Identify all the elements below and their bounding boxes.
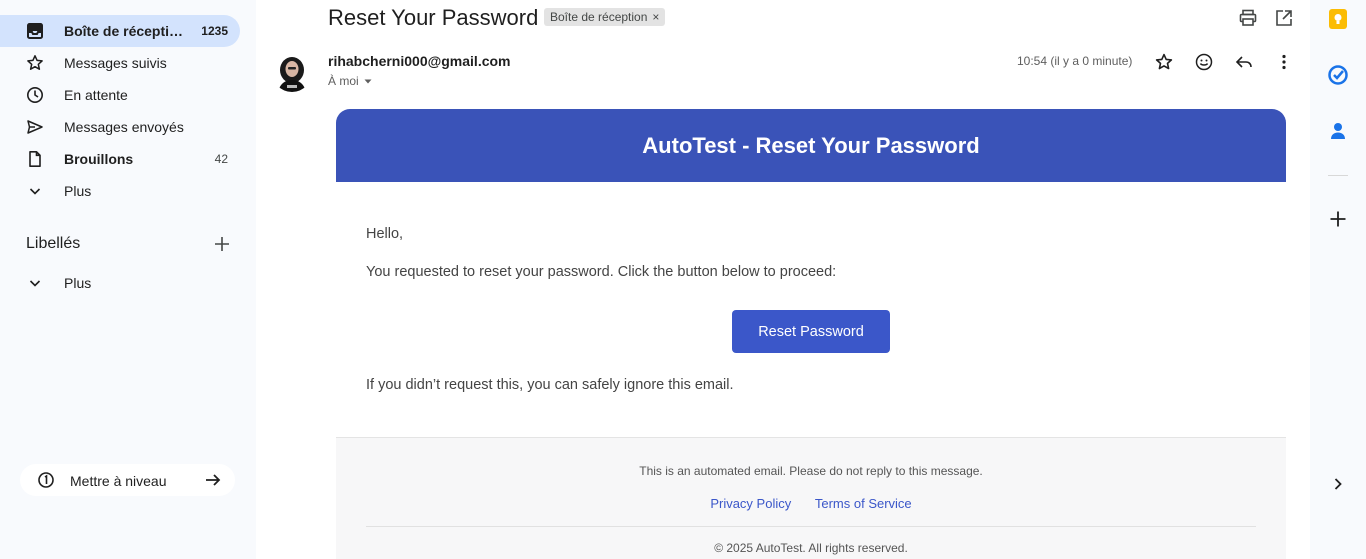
message-subject: Reset Your Password — [328, 5, 539, 30]
email-ignore-note: If you didn’t request this, you can safe… — [366, 377, 734, 393]
sidebar-item-label: Plus — [64, 275, 92, 291]
sidebar-item-starred[interactable]: Messages suivis — [0, 47, 240, 79]
reply-icon[interactable] — [1234, 52, 1254, 72]
sidebar-item-label: Brouillons — [64, 151, 134, 167]
star-icon[interactable] — [1154, 52, 1174, 72]
sidebar-item-label: Plus — [64, 183, 92, 199]
inbox-label-chip[interactable]: Boîte de réception × — [544, 8, 666, 26]
message-timestamp: 10:54 (il y a 0 minute) — [1017, 54, 1133, 68]
sidebar-item-sent[interactable]: Messages envoyés — [0, 111, 240, 143]
sidebar: Boîte de réception 1235 Messages suivis … — [0, 0, 256, 559]
chevron-down-icon — [29, 280, 41, 287]
message-view: Reset Your Password Boîte de réception ×… — [256, 0, 1310, 559]
more-options-icon[interactable] — [1274, 52, 1294, 72]
star-icon — [27, 55, 43, 70]
privacy-policy-link[interactable]: Privacy Policy — [710, 496, 791, 511]
unread-count: 1235 — [201, 24, 228, 38]
label-chip-text: Boîte de réception — [550, 10, 648, 24]
clock-icon — [27, 87, 43, 103]
reset-password-button[interactable]: Reset Password — [732, 310, 890, 353]
file-icon — [29, 151, 41, 167]
sender-avatar[interactable] — [272, 52, 312, 92]
sidebar-item-drafts[interactable]: Brouillons 42 — [0, 143, 240, 175]
contacts-icon[interactable] — [1327, 120, 1349, 142]
terms-of-service-link[interactable]: Terms of Service — [815, 496, 912, 511]
avatar-photo — [272, 52, 312, 92]
add-label-icon[interactable] — [212, 234, 232, 254]
caret-down-icon — [364, 79, 372, 84]
open-in-new-window-icon[interactable] — [1274, 8, 1294, 28]
sidebar-item-more[interactable]: Plus — [0, 175, 240, 207]
sidebar-item-label: Messages envoyés — [64, 119, 184, 135]
email-intro: You requested to reset your password. Cl… — [366, 264, 837, 280]
email-header-title: AutoTest - Reset Your Password — [642, 132, 980, 158]
email-body: AutoTest - Reset Your Password Hello, Yo… — [336, 109, 1286, 559]
labels-heading: Libellés — [26, 235, 81, 252]
inbox-icon — [27, 23, 43, 39]
sidebar-item-label: Messages suivis — [64, 55, 167, 71]
email-footer: This is an automated email. Please do no… — [336, 437, 1286, 559]
labels-more[interactable]: Plus — [0, 267, 240, 299]
sidebar-item-snoozed[interactable]: En attente — [0, 79, 240, 111]
side-panel-rail — [1310, 0, 1366, 559]
email-content: Hello, You requested to reset your passw… — [336, 182, 1286, 437]
rail-divider — [1328, 175, 1348, 176]
recipient-label: À moi — [328, 74, 359, 88]
chevron-right-icon[interactable] — [1327, 473, 1349, 495]
print-icon[interactable] — [1238, 8, 1258, 28]
footer-divider — [366, 526, 1256, 527]
remove-label-icon[interactable]: × — [652, 10, 659, 24]
drafts-count: 42 — [214, 152, 228, 166]
sidebar-item-label: En attente — [64, 87, 128, 103]
upgrade-badge-icon — [38, 472, 54, 488]
sidebar-item-label: Boîte de réception — [64, 23, 186, 39]
chevron-down-icon — [29, 188, 41, 195]
upgrade-label: Mettre à niveau — [70, 473, 167, 489]
footer-note: This is an automated email. Please do no… — [639, 464, 983, 478]
footer-copyright: © 2025 AutoTest. All rights reserved. — [714, 541, 908, 555]
upgrade-button[interactable]: Mettre à niveau — [20, 464, 235, 496]
sidebar-item-inbox[interactable]: Boîte de réception 1235 — [0, 15, 240, 47]
footer-links: Privacy Policy Terms of Service — [336, 496, 1286, 511]
sender-email: rihabcherni000@gmail.com — [328, 53, 511, 69]
add-icon[interactable] — [1327, 208, 1349, 230]
send-icon — [27, 120, 43, 134]
email-header-banner: AutoTest - Reset Your Password — [336, 109, 1286, 182]
tasks-icon[interactable] — [1327, 64, 1349, 86]
email-greeting: Hello, — [366, 226, 404, 242]
arrow-right-icon — [206, 474, 221, 486]
recipient-details[interactable]: À moi — [328, 74, 373, 88]
emoji-reaction-icon[interactable] — [1194, 52, 1214, 72]
keep-icon[interactable] — [1327, 8, 1349, 30]
